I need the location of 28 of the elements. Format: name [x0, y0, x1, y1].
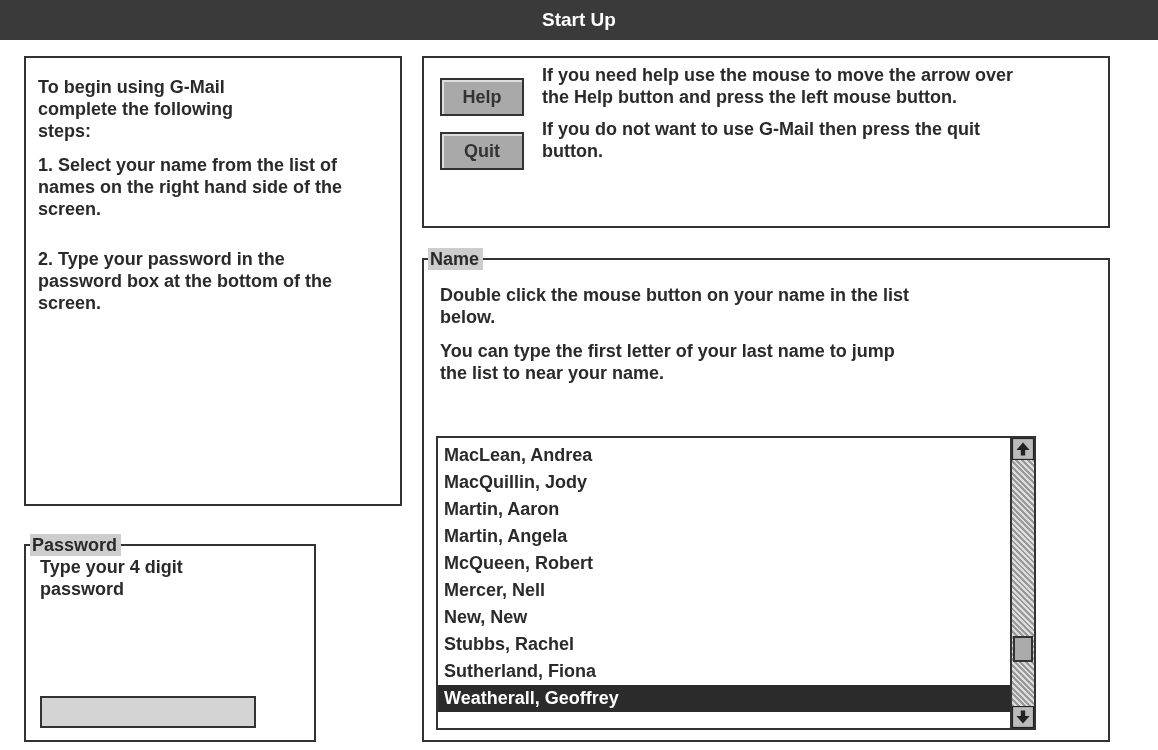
list-item[interactable]: Stubbs, Rachel	[438, 631, 1010, 658]
list-item[interactable]: MacLean, Andrea	[438, 442, 1010, 469]
list-item[interactable]: Mercer, Nell	[438, 577, 1010, 604]
dialog-button[interactable]: Help	[440, 78, 524, 116]
instructions-text: To begin using G-Mail complete the following steps:	[38, 76, 234, 142]
step-text: 2. Type your password in the password box at the bottom of the screen.	[38, 248, 333, 314]
list-item[interactable]: Weatherall, Geoffrey	[438, 685, 1010, 712]
list-item[interactable]: MacQuillin, Jody	[438, 469, 1010, 496]
scroll-thumb[interactable]	[1013, 636, 1033, 662]
list-item[interactable]: Martin, Angela	[438, 523, 1010, 550]
help-text: If you do not want to use G-Mail then press the quit button.	[542, 118, 981, 162]
window-title: Start Up	[542, 9, 616, 31]
group-legend: Password	[30, 534, 122, 556]
list-item[interactable]: Martin, Aaron	[438, 496, 1010, 523]
instruction-text: You can type the first letter of your last name to jump the list to near your name.	[440, 340, 896, 384]
scrollbar[interactable]	[1010, 438, 1034, 728]
list-item[interactable]: New, New	[438, 604, 1010, 631]
list-item[interactable]: Sutherland, Fiona	[438, 658, 1010, 685]
scroll-down-icon[interactable]	[1012, 706, 1034, 728]
password-field[interactable]	[40, 696, 256, 728]
instruction-text: Double click the mouse button on your name in the list below.	[440, 284, 910, 328]
dialog-button[interactable]: Quit	[440, 132, 524, 170]
scroll-up-icon[interactable]	[1012, 438, 1034, 460]
password-hint: Type your 4 digit password	[40, 556, 184, 600]
help-text: If you need help use the mouse to move the arrow over the Help button and press the left mouse button.	[542, 64, 1015, 108]
step-text: 1. Select your name from the list of names on the right hand side of the screen.	[38, 154, 344, 220]
list-item[interactable]: McQueen, Robert	[438, 550, 1010, 577]
group-legend: Name	[428, 248, 484, 270]
